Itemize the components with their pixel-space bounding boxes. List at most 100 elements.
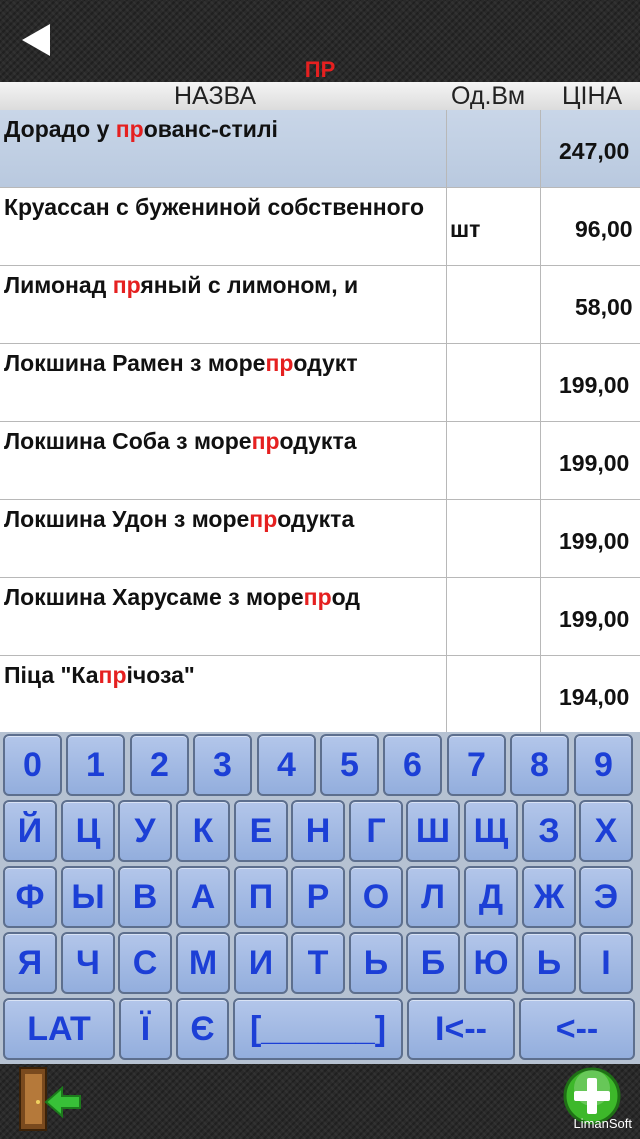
column-divider (540, 578, 541, 655)
table-row[interactable]: Локшина Соба з морепродукта 199,00 (0, 422, 640, 500)
key-1-10[interactable]: Х (579, 800, 633, 862)
item-name: Круассан с бужениной собственного (4, 194, 444, 221)
column-divider (446, 266, 447, 343)
key-2-9[interactable]: Ж (522, 866, 576, 928)
key-2-2[interactable]: В (118, 866, 172, 928)
key-2-0[interactable]: Ф (3, 866, 57, 928)
column-divider (446, 188, 447, 265)
key-3-7[interactable]: Б (406, 932, 460, 994)
key-0-3[interactable]: 3 (193, 734, 252, 796)
item-name: Локшина Удон з морепродукта (4, 506, 444, 533)
key-2-3[interactable]: А (176, 866, 230, 928)
column-divider (540, 344, 541, 421)
space-key[interactable]: [______] (233, 998, 403, 1060)
key-2-6[interactable]: О (349, 866, 403, 928)
key-3-4[interactable]: И (234, 932, 288, 994)
table-row[interactable]: Локшина Удон з морепродукта 199,00 (0, 500, 640, 578)
item-name: Локшина Соба з морепродукта (4, 428, 444, 455)
key-1-6[interactable]: Г (349, 800, 403, 862)
key-0-1[interactable]: 1 (66, 734, 125, 796)
key-1-0[interactable]: Й (3, 800, 57, 862)
key-3-3[interactable]: М (176, 932, 230, 994)
key-yi[interactable]: Ї (119, 998, 172, 1060)
item-name-text: Локшина Соба з море (4, 428, 252, 454)
key-3-0[interactable]: Я (3, 932, 57, 994)
search-query: ПР (304, 57, 336, 82)
column-divider (540, 188, 541, 265)
item-name: Дорадо у прованс-стилі (4, 116, 444, 143)
clear-key[interactable]: I<-- (407, 998, 515, 1060)
key-1-8[interactable]: Щ (464, 800, 518, 862)
key-1-4[interactable]: Е (234, 800, 288, 862)
table-row[interactable]: Піца "Капрічоза" 194,00 (0, 656, 640, 732)
product-table[interactable]: НАЗВА Од.Вм ЦІНА Дорадо у прованс-стилі 2… (0, 82, 640, 732)
key-3-8[interactable]: Ю (464, 932, 518, 994)
key-1-7[interactable]: Ш (406, 800, 460, 862)
bottom-bar: LimanSoft (0, 1064, 640, 1139)
item-price: 247,00 (559, 138, 630, 164)
key-3-10[interactable]: І (579, 932, 633, 994)
exit-button[interactable] (16, 1066, 84, 1134)
key-0-7[interactable]: 7 (447, 734, 506, 796)
item-name-text: Піца "Ка (4, 662, 99, 688)
item-price: 199,00 (559, 528, 630, 554)
key-0-8[interactable]: 8 (510, 734, 569, 796)
key-3-6[interactable]: Ь (349, 932, 403, 994)
key-1-3[interactable]: К (176, 800, 230, 862)
item-name: Локшина Харусаме з морепрод (4, 584, 444, 611)
column-divider (446, 422, 447, 499)
key-2-8[interactable]: Д (464, 866, 518, 928)
item-price: 199,00 (559, 372, 630, 398)
item-name-text: Локшина Рамен з море (4, 350, 266, 376)
column-divider (446, 500, 447, 577)
key-1-1[interactable]: Ц (61, 800, 115, 862)
item-name: Локшина Рамен з морепродукт (4, 350, 444, 377)
key-2-7[interactable]: Л (406, 866, 460, 928)
key-2-10[interactable]: Э (579, 866, 633, 928)
key-0-0[interactable]: 0 (3, 734, 62, 796)
search-match-highlight: пр (251, 428, 280, 454)
header-unit: Од.Вм (451, 82, 526, 110)
table-row[interactable]: Лимонад пряный с лимоном, и 58,00 (0, 266, 640, 344)
header-name: НАЗВА (174, 82, 257, 110)
key-3-9[interactable]: Ь (522, 932, 576, 994)
item-price: 199,00 (559, 606, 630, 632)
search-match-highlight: пр (115, 116, 144, 142)
key-1-2[interactable]: У (118, 800, 172, 862)
table-header: НАЗВА Од.Вм ЦІНА (0, 82, 640, 110)
brand-label: LimanSoft (573, 1116, 632, 1131)
key-0-5[interactable]: 5 (320, 734, 379, 796)
key-0-2[interactable]: 2 (130, 734, 189, 796)
key-3-2[interactable]: С (118, 932, 172, 994)
lat-key[interactable]: LAT (3, 998, 115, 1060)
key-ye[interactable]: Є (176, 998, 229, 1060)
table-row[interactable]: Локшина Рамен з морепродукт 199,00 (0, 344, 640, 422)
backspace-key[interactable]: <-- (519, 998, 635, 1060)
column-divider (446, 656, 447, 732)
key-0-6[interactable]: 6 (383, 734, 442, 796)
item-name: Лимонад пряный с лимоном, и (4, 272, 444, 299)
key-1-5[interactable]: Н (291, 800, 345, 862)
item-price: 199,00 (559, 450, 630, 476)
back-button[interactable] (18, 20, 58, 60)
key-3-5[interactable]: Т (291, 932, 345, 994)
key-0-9[interactable]: 9 (574, 734, 633, 796)
key-2-4[interactable]: П (234, 866, 288, 928)
key-2-5[interactable]: Р (291, 866, 345, 928)
table-row[interactable]: Дорадо у прованс-стилі 247,00 (0, 110, 640, 188)
item-name-text: Дорадо у (4, 116, 116, 142)
table-row[interactable]: Круассан с бужениной собственного шт 96,00 (0, 188, 640, 266)
item-unit: шт (450, 216, 481, 242)
column-divider (446, 578, 447, 655)
top-bar: ПР (0, 0, 640, 82)
item-name-text: яный с лимоном, и (140, 272, 359, 298)
item-name-text: Лимонад (4, 272, 113, 298)
search-match-highlight: пр (98, 662, 127, 688)
column-divider (540, 500, 541, 577)
key-0-4[interactable]: 4 (257, 734, 316, 796)
key-3-1[interactable]: Ч (61, 932, 115, 994)
item-name-text: одукта (277, 506, 355, 532)
key-1-9[interactable]: З (522, 800, 576, 862)
table-row[interactable]: Локшина Харусаме з морепрод 199,00 (0, 578, 640, 656)
key-2-1[interactable]: Ы (61, 866, 115, 928)
